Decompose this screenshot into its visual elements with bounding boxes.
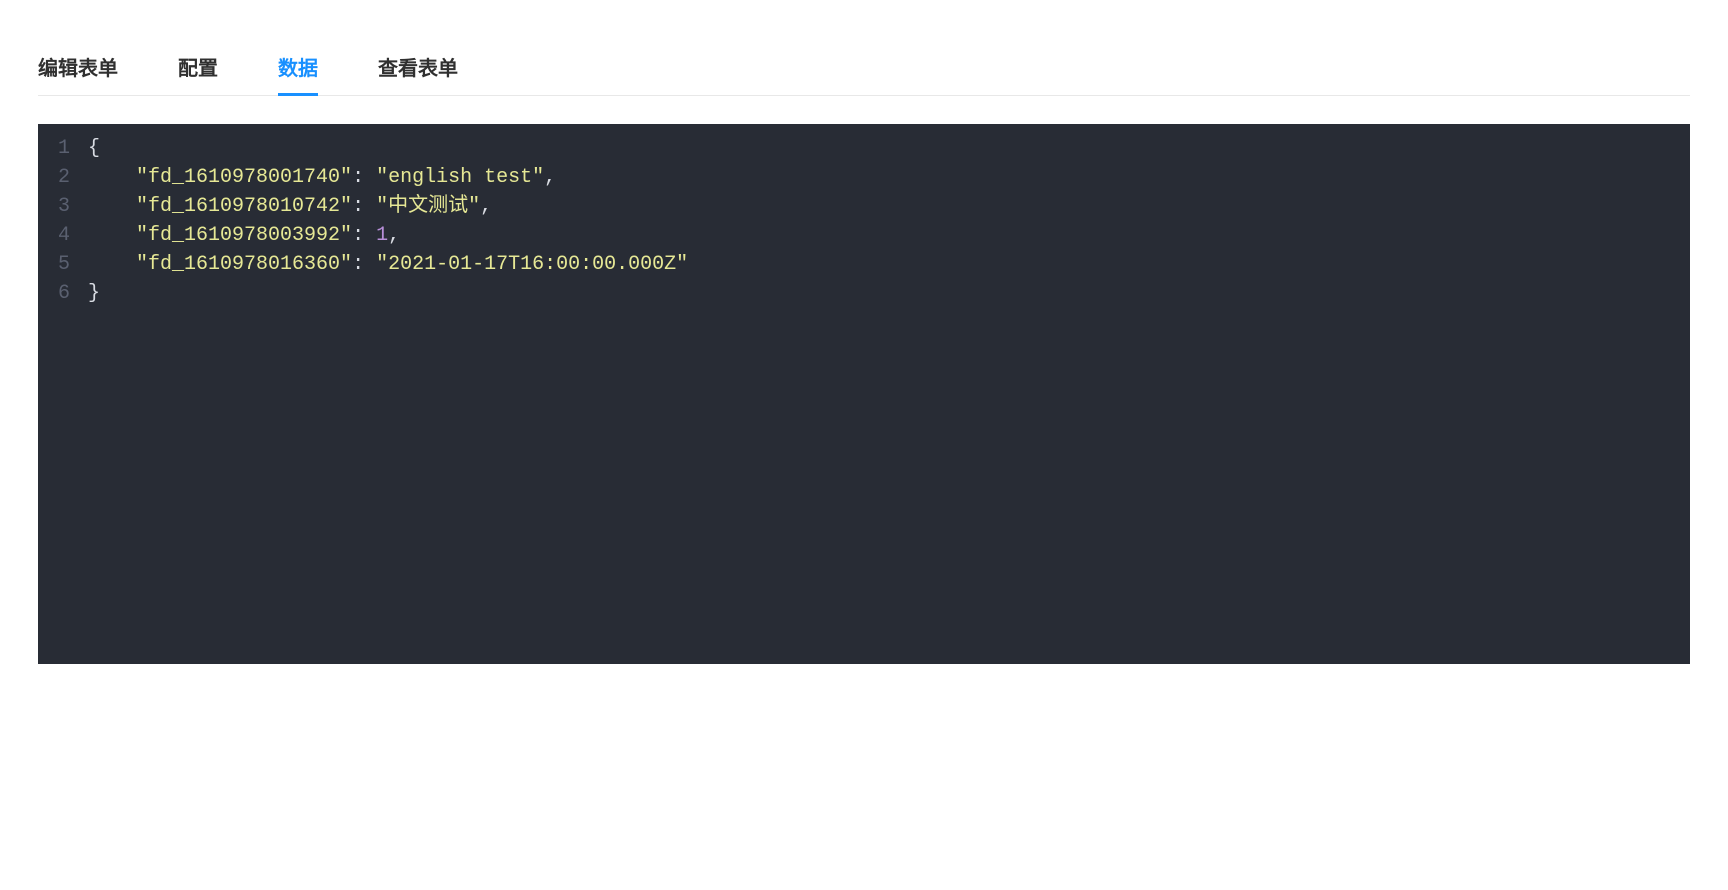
- token-punct: :: [352, 253, 376, 276]
- line-content: "fd_1610978001740": "english test",: [88, 163, 556, 192]
- token-punct: [88, 224, 136, 247]
- code-line: 6}: [38, 279, 1690, 308]
- token-punct: ,: [388, 224, 400, 247]
- code-line: 3 "fd_1610978010742": "中文测试",: [38, 192, 1690, 221]
- token-punct: }: [88, 282, 100, 305]
- line-content: "fd_1610978010742": "中文测试",: [88, 192, 492, 221]
- line-content: }: [88, 279, 100, 308]
- token-punct: :: [352, 166, 376, 189]
- token-punct: :: [352, 195, 376, 218]
- code-line: 5 "fd_1610978016360": "2021-01-17T16:00:…: [38, 250, 1690, 279]
- token-punct: [88, 253, 136, 276]
- json-code-viewer: 1{2 "fd_1610978001740": "english test",3…: [38, 124, 1690, 664]
- tab-edit-form[interactable]: 编辑表单: [38, 40, 118, 96]
- line-number: 4: [38, 221, 88, 250]
- token-key: "fd_1610978001740": [136, 166, 352, 189]
- line-content: {: [88, 134, 100, 163]
- token-key: "fd_1610978003992": [136, 224, 352, 247]
- tab-bar: 编辑表单 配置 数据 查看表单: [38, 40, 1690, 96]
- token-punct: ,: [480, 195, 492, 218]
- line-content: "fd_1610978003992": 1,: [88, 221, 400, 250]
- token-key: "fd_1610978010742": [136, 195, 352, 218]
- token-punct: [88, 166, 136, 189]
- line-number: 3: [38, 192, 88, 221]
- code-line: 1{: [38, 134, 1690, 163]
- token-string: "2021-01-17T16:00:00.000Z": [376, 253, 688, 276]
- tab-config[interactable]: 配置: [178, 40, 218, 96]
- token-number: 1: [376, 224, 388, 247]
- token-key: "fd_1610978016360": [136, 253, 352, 276]
- tab-view-form[interactable]: 查看表单: [378, 40, 458, 96]
- line-number: 1: [38, 134, 88, 163]
- line-number: 6: [38, 279, 88, 308]
- token-punct: {: [88, 137, 100, 160]
- line-number: 2: [38, 163, 88, 192]
- code-line: 2 "fd_1610978001740": "english test",: [38, 163, 1690, 192]
- token-string: "中文测试": [376, 195, 480, 218]
- line-content: "fd_1610978016360": "2021-01-17T16:00:00…: [88, 250, 688, 279]
- code-line: 4 "fd_1610978003992": 1,: [38, 221, 1690, 250]
- line-number: 5: [38, 250, 88, 279]
- tab-data[interactable]: 数据: [278, 40, 318, 96]
- token-punct: ,: [544, 166, 556, 189]
- token-string: "english test": [376, 166, 544, 189]
- token-punct: :: [352, 224, 376, 247]
- token-punct: [88, 195, 136, 218]
